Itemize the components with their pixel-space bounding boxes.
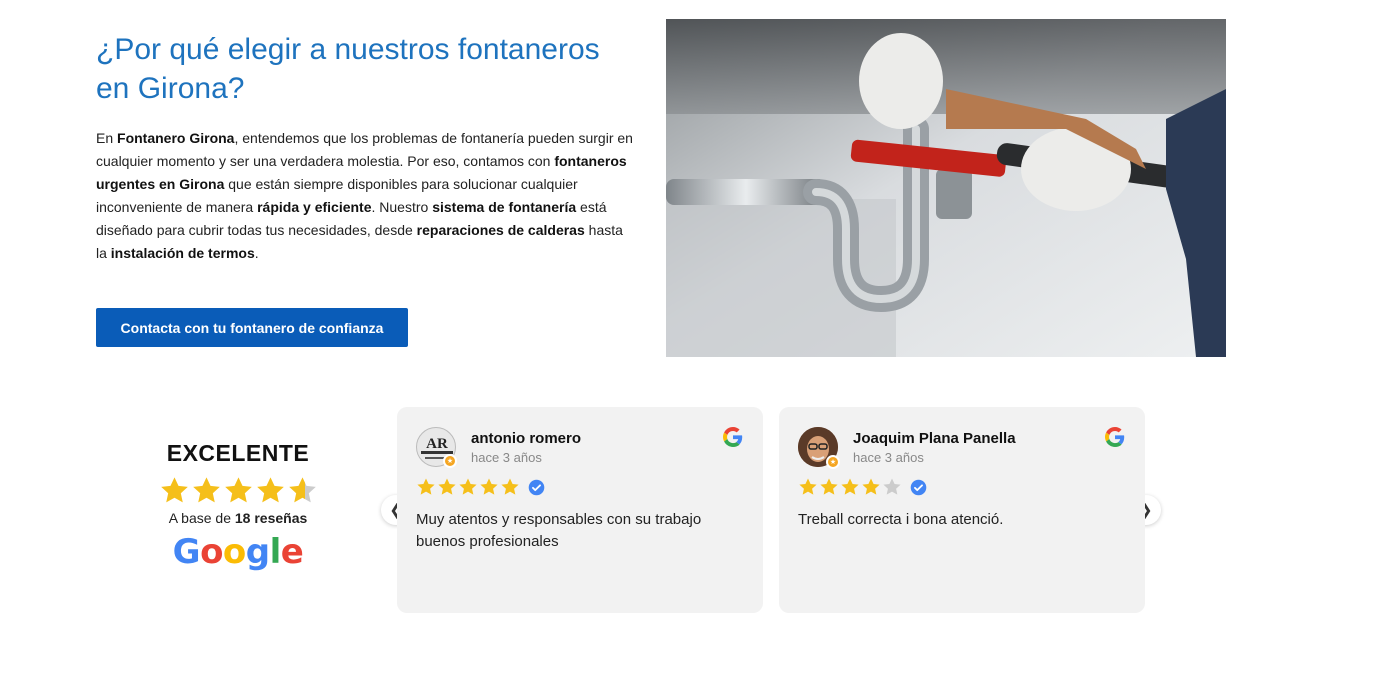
review-time: hace 3 años xyxy=(471,449,542,465)
reviewer-name: Joaquim Plana Panella xyxy=(853,429,1016,447)
summary-stars xyxy=(138,475,338,506)
star-icon xyxy=(192,477,220,503)
star-icon xyxy=(256,477,284,503)
star-icon xyxy=(883,478,901,495)
avatar: ★ xyxy=(798,427,840,469)
star-icon xyxy=(160,477,188,503)
review-time: hace 3 años xyxy=(853,449,924,465)
star-icon xyxy=(799,478,817,495)
star-icon xyxy=(417,478,435,495)
review-count: A base de 18 reseñas xyxy=(168,510,308,526)
rating-label: EXCELENTE xyxy=(166,440,310,466)
star-icon xyxy=(459,478,477,495)
review-card: ★ Joaquim Plana Panella hace 3 años Treb… xyxy=(779,407,1145,613)
verified-badge-icon xyxy=(528,479,545,495)
reviewer-name: antonio romero xyxy=(471,429,582,447)
review-text: Treball correcta i bona atenció. xyxy=(798,511,1004,528)
star-icon xyxy=(820,478,838,495)
intro-paragraph: En Fontanero Girona, entendemos que los … xyxy=(96,130,633,261)
star-icon xyxy=(224,477,252,503)
star-icon xyxy=(438,478,456,495)
google-logo: Google xyxy=(172,532,304,572)
plumber-photo xyxy=(666,19,1226,357)
google-g-icon xyxy=(723,427,743,452)
review-stars xyxy=(416,477,744,497)
rating-summary: EXCELENTE A base de 18 reseñas Google xyxy=(138,440,338,572)
star-icon xyxy=(841,478,859,495)
review-stars xyxy=(798,477,1126,497)
google-g-icon xyxy=(1105,427,1125,452)
avatar-initials: AR xyxy=(426,436,448,452)
review-card: AR ★ antonio romero hace 3 años Muy aten… xyxy=(397,407,763,613)
verified-badge-icon xyxy=(910,479,927,495)
star-icon xyxy=(288,477,316,503)
review-text: Muy atentos y responsables con su trabaj… xyxy=(416,511,702,550)
star-icon xyxy=(480,478,498,495)
avatar: AR ★ xyxy=(416,427,457,468)
local-guide-badge-icon: ★ xyxy=(826,455,840,469)
star-icon xyxy=(862,478,880,495)
section-title: ¿Por qué elegir a nuestros fontaneros en… xyxy=(96,33,600,105)
star-icon xyxy=(501,478,519,495)
contact-plumber-button[interactable]: Contacta con tu fontanero de confianza xyxy=(96,308,408,347)
local-guide-badge-icon: ★ xyxy=(443,454,457,468)
